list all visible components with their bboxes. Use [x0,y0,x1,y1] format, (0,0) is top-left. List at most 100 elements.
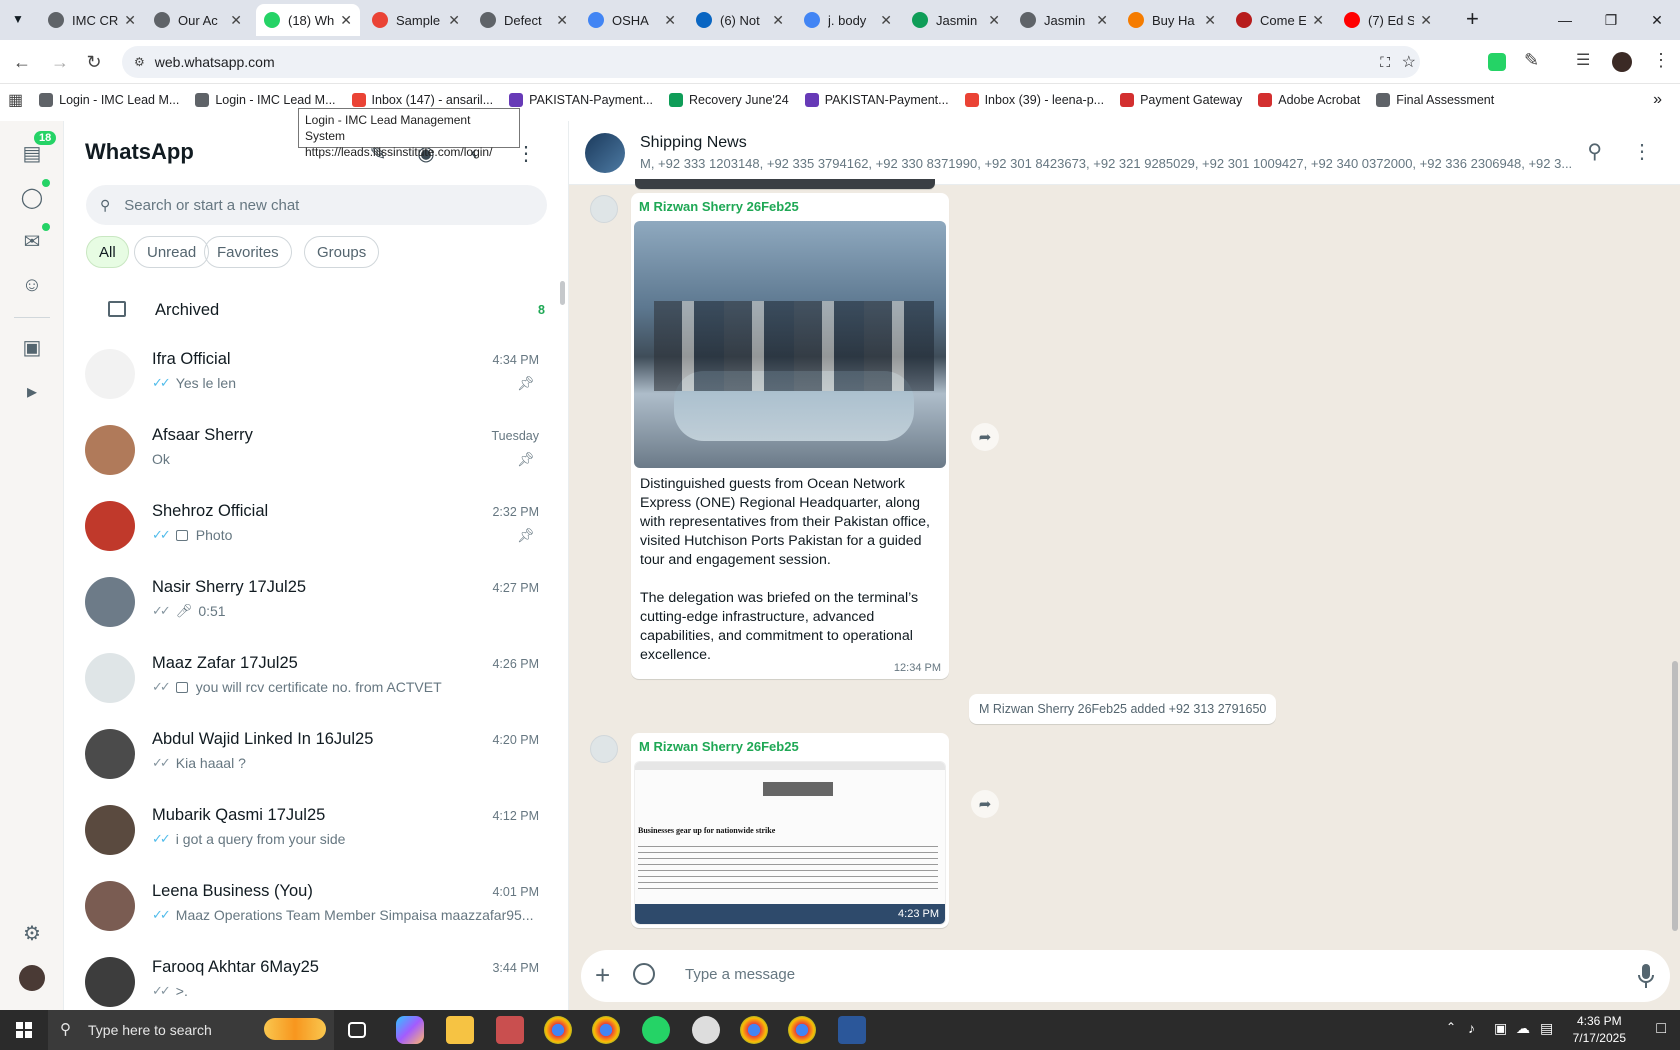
chat-list-item[interactable]: Shehroz Official 2:32 PM ✓✓ Photo 📌︎ [64,489,568,565]
chat-list-item[interactable]: Abdul Wajid Linked In 16Jul25 4:20 PM ✓✓… [64,717,568,793]
bookmark-item[interactable]: PAKISTAN-Payment... [501,86,661,114]
app-icon[interactable] [496,1016,524,1044]
sender-avatar[interactable] [590,735,618,763]
chat-list-item[interactable]: Farooq Akhtar 6May25 3:44 PM ✓✓ >. [64,945,568,1010]
filter-chip-groups[interactable]: Groups [304,236,380,268]
chat-list-item[interactable]: Ifra Official 4:34 PM ✓✓ Yes le len 📌︎ [64,337,568,413]
network-icon[interactable]: ▤ [1540,1020,1553,1037]
chat-avatar[interactable] [85,653,135,703]
chat-list-item[interactable]: Afsaar Sherry Tuesday Ok 📌︎ [64,413,568,489]
bookmark-star-icon[interactable]: ☆ [1402,52,1416,72]
chat-avatar[interactable] [85,881,135,931]
volume-icon[interactable]: ♪ [1468,1020,1475,1036]
browser-tab[interactable]: (18) Wh ✕ [256,4,360,36]
tab-close-icon[interactable]: ✕ [340,12,352,29]
chrome-icon[interactable] [544,1016,572,1044]
business-tools-icon[interactable]: ▣ [18,333,46,361]
apps-grid-icon[interactable]: ▦ [0,86,31,114]
communities-icon[interactable]: ☺ [18,271,46,299]
word-icon[interactable] [838,1016,866,1044]
tab-close-icon[interactable]: ✕ [1204,12,1216,29]
task-view-icon[interactable] [348,1022,366,1038]
channels-icon[interactable]: ✉ [18,227,46,255]
tab-close-icon[interactable]: ✕ [1096,12,1108,29]
browser-tab[interactable]: Jasmin ✕ [1012,4,1116,36]
chrome-icon[interactable] [788,1016,816,1044]
forward-arrow-icon[interactable]: → [48,50,72,74]
media-control-icon[interactable]: ☰ [1576,50,1590,70]
tab-close-icon[interactable]: ✕ [124,12,136,29]
url-omnibox[interactable]: ⚙ web.whatsapp.com ⛶ ☆ [122,46,1420,78]
chat-list-item[interactable]: Nasir Sherry 17Jul25 4:27 PM ✓✓ 🎤︎ 0:51 [64,565,568,641]
file-explorer-icon[interactable] [446,1016,474,1044]
bookmark-item[interactable]: Login - IMC Lead M... [31,86,187,114]
bookmark-item[interactable]: Recovery June'24 [661,86,797,114]
new-tab-plus-icon[interactable]: + [1466,6,1479,32]
chat-list-item[interactable]: Maaz Zafar 17Jul25 4:26 PM ✓✓ you will rc… [64,641,568,717]
tab-search-chevron-icon[interactable]: ▼ [12,12,24,26]
conversation-header[interactable]: Shipping News M, +92 333 1203148, +92 33… [569,121,1680,185]
bookmark-item[interactable]: Adobe Acrobat [1250,86,1368,114]
chat-avatar[interactable] [85,957,135,1007]
restore-icon[interactable]: ❐ [1588,0,1634,40]
chat-avatar[interactable] [85,805,135,855]
browser-tab[interactable]: Buy Ha ✕ [1120,4,1224,36]
settings-gear-icon[interactable]: ⚙ [18,919,46,947]
chrome-menu-icon[interactable]: ⋮ [1652,50,1670,71]
sender-avatar[interactable] [590,195,618,223]
chrome-icon[interactable] [740,1016,768,1044]
browser-tab[interactable]: IMC CR ✕ [40,4,144,36]
my-profile-avatar[interactable] [19,965,45,991]
search-icon[interactable]: ⚲ [1587,139,1602,164]
browser-tab[interactable]: OSHA ✕ [580,4,684,36]
chat-avatar[interactable] [85,425,135,475]
sticker-emoji-icon[interactable] [633,963,655,985]
filter-chip-unread[interactable]: Unread [134,236,210,268]
install-app-icon[interactable]: ⛶ [1380,54,1390,71]
browser-tab[interactable]: (7) Ed S ✕ [1336,4,1440,36]
attach-plus-icon[interactable]: + [595,962,610,988]
tab-close-icon[interactable]: ✕ [230,12,242,29]
extensions-puzzle-icon[interactable]: ✎ [1524,50,1539,71]
tab-close-icon[interactable]: ✕ [880,12,892,29]
menu-kebab-icon[interactable]: ⋮ [1632,139,1652,164]
message-input[interactable]: Type a message [685,966,795,983]
browser-tab[interactable]: Defect ✕ [472,4,576,36]
browser-tab[interactable]: j. body ✕ [796,4,900,36]
forward-arrow-icon[interactable]: ➦ [971,423,999,451]
tray-chevron-icon[interactable]: ⌃ [1446,1020,1456,1034]
forward-arrow-icon[interactable]: ➦ [971,790,999,818]
browser-tab[interactable]: Come E ✕ [1228,4,1332,36]
filter-chip-favorites[interactable]: Favorites [204,236,292,268]
app-icon[interactable] [692,1016,720,1044]
tab-close-icon[interactable]: ✕ [988,12,1000,29]
chrome-icon[interactable] [592,1016,620,1044]
tray-app-icon[interactable]: ▣ [1494,1020,1507,1037]
bookmark-item[interactable]: Payment Gateway [1112,86,1250,114]
chat-list-item[interactable]: Mubarik Qasmi 17Jul25 4:12 PM ✓✓ i got a … [64,793,568,869]
site-info-icon[interactable]: ⚙ [134,55,145,69]
advertise-megaphone-icon[interactable]: ▸ [18,377,46,405]
tab-close-icon[interactable]: ✕ [448,12,460,29]
archived-row[interactable]: Archived 8 [64,285,568,337]
taskbar-search-input[interactable]: ⚲ Type here to search [48,1010,334,1050]
browser-tab[interactable]: Sample ✕ [364,4,468,36]
chat-avatar[interactable] [85,577,135,627]
tab-close-icon[interactable]: ✕ [1312,12,1324,29]
windows-start-icon[interactable] [16,1022,32,1038]
profile-avatar[interactable] [1612,52,1632,72]
conversation-scrollbar[interactable] [1672,661,1678,931]
message-image[interactable] [634,221,946,468]
chat-avatar[interactable] [85,349,135,399]
close-window-icon[interactable]: ✕ [1634,0,1680,40]
tab-close-icon[interactable]: ✕ [664,12,676,29]
tab-close-icon[interactable]: ✕ [772,12,784,29]
extension-whatsapp-icon[interactable] [1488,53,1506,71]
search-input[interactable]: ⚲ Search or start a new chat [86,185,547,225]
group-avatar[interactable] [585,133,625,173]
onedrive-icon[interactable]: ☁ [1516,1020,1530,1037]
whatsapp-icon[interactable] [642,1016,670,1044]
notifications-icon[interactable]: □ [1656,1020,1666,1038]
copilot-icon[interactable] [396,1016,424,1044]
microphone-icon[interactable] [1636,962,1656,990]
